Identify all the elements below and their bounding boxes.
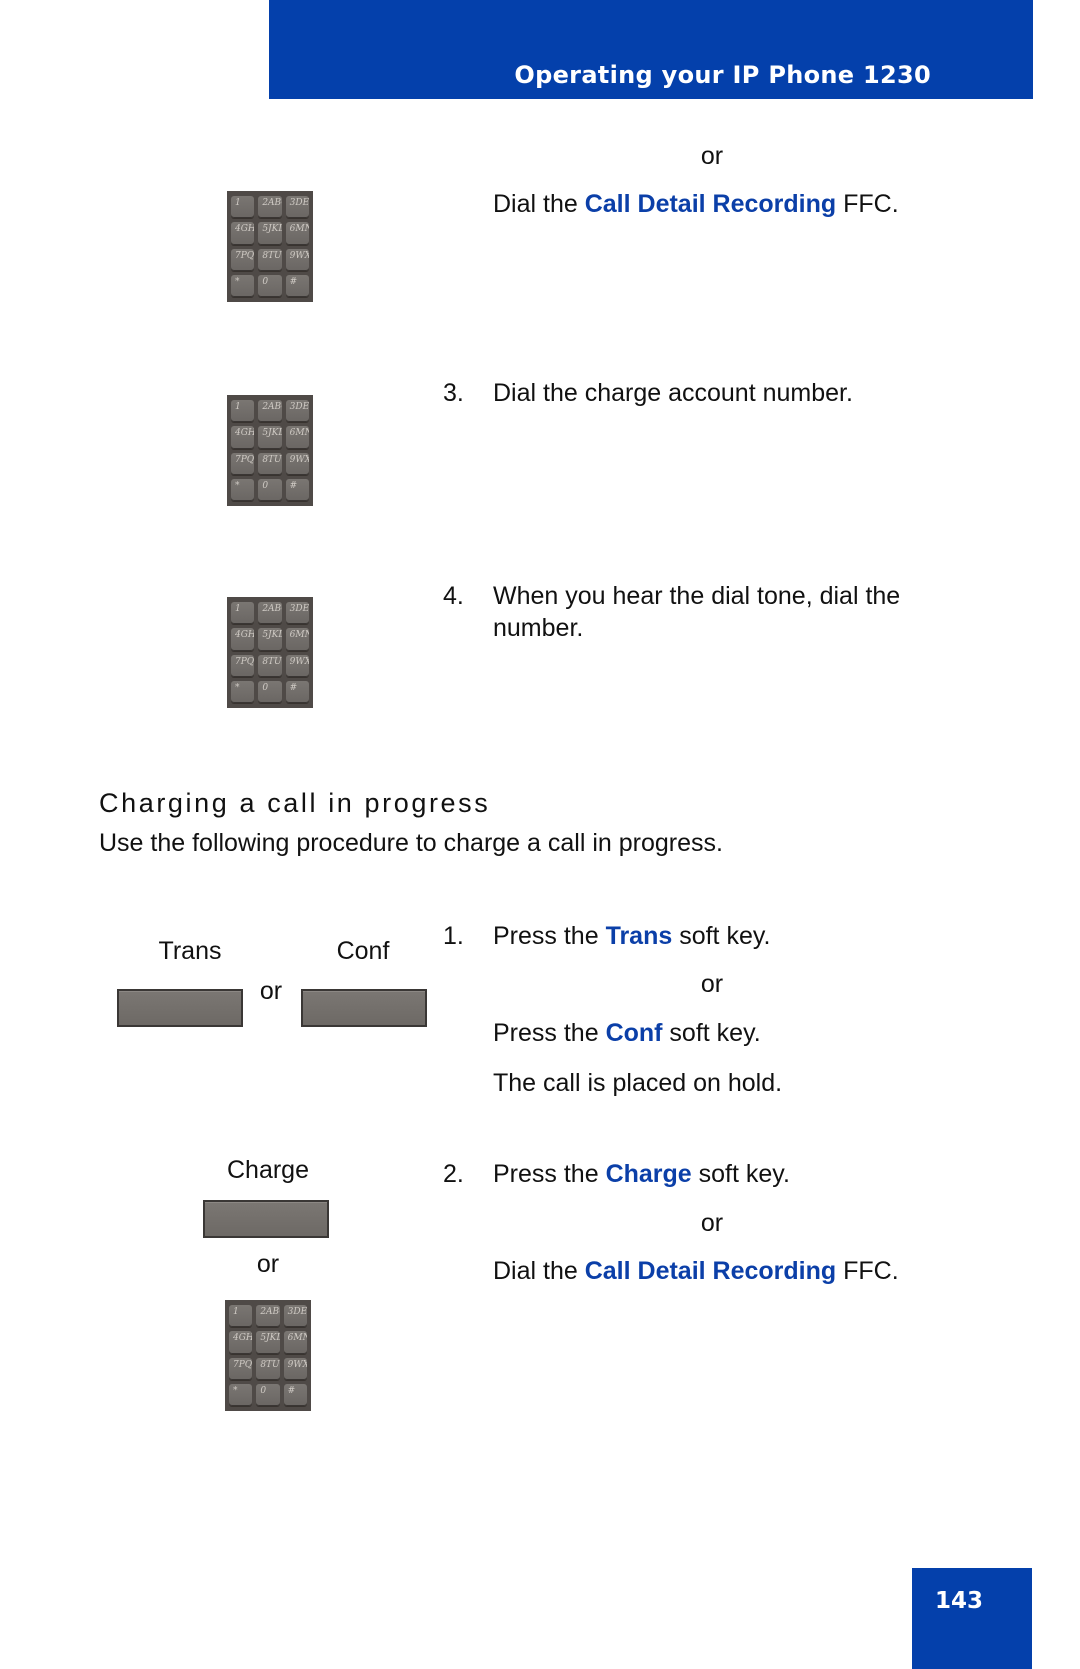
keypad-key: 6MNO (283, 1331, 307, 1354)
charge-softkey-label: Charge (227, 1156, 309, 1184)
keypad-key: 8TUV (258, 248, 282, 271)
instruction-text: soft key. (691, 1160, 790, 1188)
ffc-name: Call Detail Recording (584, 190, 837, 218)
instruction-text: FFC. (836, 190, 899, 218)
trans-softkey-label: Trans (158, 937, 222, 965)
or-separator: or (700, 1209, 724, 1237)
keypad-key: 7PQRS (229, 1357, 253, 1380)
step-4-text-line1: When you hear the dial tone, dial the (493, 582, 901, 610)
keypad-key: # (285, 274, 309, 297)
step-2-dial-cdr: Dial the Call Detail Recording FFC. (493, 1259, 899, 1284)
keypad-key: 2ABC (258, 602, 282, 625)
trans-softkey[interactable] (117, 989, 243, 1027)
dialpad-icon: 12ABC3DEF 4GHI5JKL6MNO 7PQRS8TUV9WXYZ *0# (227, 191, 313, 302)
keypad-key: 8TUV (258, 654, 282, 677)
step-number: 4. (443, 582, 464, 610)
keypad-key: 9WXYZ (285, 452, 309, 475)
keypad-key: 3DEF (285, 602, 309, 625)
instruction-text: FFC. (836, 1257, 899, 1285)
instruction-text: Press the (493, 1160, 606, 1188)
keypad-key: 7PQRS (231, 654, 255, 677)
charge-softkey[interactable] (203, 1200, 329, 1238)
keypad-key: 9WXYZ (285, 248, 309, 271)
keypad-key: 2ABC (256, 1305, 280, 1328)
softkey-name: Charge (605, 1160, 692, 1188)
step-1-result: The call is placed on hold. (493, 1069, 783, 1097)
keypad-key: 1 (229, 1305, 253, 1328)
keypad-key: * (231, 680, 255, 703)
keypad-key: * (231, 478, 255, 501)
keypad-key: 1 (231, 602, 255, 625)
step-1-press-trans: Press the Trans soft key. (493, 924, 770, 949)
keypad-key: 9WXYZ (285, 654, 309, 677)
keypad-key: 3DEF (283, 1305, 307, 1328)
keypad-key: 2ABC (258, 196, 282, 219)
instruction-text: soft key. (672, 922, 771, 950)
keypad-key: 4GHI (231, 426, 255, 449)
page-number-box: 143 (912, 1568, 1032, 1669)
keypad-key: 6MNO (285, 222, 309, 245)
keypad-key: 7PQRS (231, 452, 255, 475)
keypad-key: 7PQRS (231, 248, 255, 271)
or-separator: or (259, 977, 283, 1005)
dial-cdr-instruction: Dial the Call Detail Recording FFC. (493, 192, 899, 217)
keypad-key: 5JKL (256, 1331, 280, 1354)
step-3-text: Dial the charge account number. (493, 379, 853, 407)
step-number: 2. (443, 1160, 464, 1188)
keypad-key: # (283, 1383, 307, 1406)
step-number: 3. (443, 379, 464, 407)
keypad-key: 6MNO (285, 426, 309, 449)
keypad-key: 5JKL (258, 222, 282, 245)
or-separator: or (700, 970, 724, 998)
keypad-key: * (229, 1383, 253, 1406)
keypad-key: 6MNO (285, 628, 309, 651)
keypad-key: 8TUV (258, 452, 282, 475)
keypad-key: 1 (231, 196, 255, 219)
keypad-key: # (285, 680, 309, 703)
running-header: Operating your IP Phone 1230 (269, 0, 1033, 99)
keypad-key: 3DEF (285, 196, 309, 219)
step-4-text-line2: number. (493, 614, 584, 642)
softkey-name: Trans (605, 922, 673, 950)
step-number: 1. (443, 922, 464, 950)
keypad-key: 5JKL (258, 426, 282, 449)
header-title: Operating your IP Phone 1230 (514, 61, 931, 89)
keypad-key: 2ABC (258, 400, 282, 423)
dialpad-icon: 12ABC3DEF 4GHI5JKL6MNO 7PQRS8TUV9WXYZ *0# (225, 1300, 311, 1411)
page-number: 143 (935, 1588, 984, 1614)
step-2-press-charge: Press the Charge soft key. (493, 1162, 790, 1187)
keypad-key: 3DEF (285, 400, 309, 423)
keypad-key: 4GHI (231, 222, 255, 245)
keypad-key: 9WXYZ (283, 1357, 307, 1380)
softkey-name: Conf (605, 1019, 663, 1047)
keypad-key: 5JKL (258, 628, 282, 651)
instruction-text: Dial the (493, 190, 585, 218)
keypad-key: 0 (256, 1383, 280, 1406)
section-heading: Charging a call in progress (99, 788, 491, 818)
or-separator: or (256, 1250, 280, 1278)
keypad-key: 0 (258, 680, 282, 703)
instruction-text: soft key. (662, 1019, 761, 1047)
keypad-key: 0 (258, 274, 282, 297)
section-intro: Use the following procedure to charge a … (99, 829, 723, 857)
keypad-key: 4GHI (229, 1331, 253, 1354)
instruction-text: Press the (493, 1019, 606, 1047)
keypad-key: 8TUV (256, 1357, 280, 1380)
dialpad-icon: 12ABC3DEF 4GHI5JKL6MNO 7PQRS8TUV9WXYZ *0# (227, 395, 313, 506)
conf-softkey-label: Conf (336, 937, 390, 965)
step-1-press-conf: Press the Conf soft key. (493, 1021, 761, 1046)
keypad-key: * (231, 274, 255, 297)
instruction-text: Dial the (493, 1257, 585, 1285)
keypad-key: # (285, 478, 309, 501)
conf-softkey[interactable] (301, 989, 427, 1027)
keypad-key: 4GHI (231, 628, 255, 651)
keypad-key: 1 (231, 400, 255, 423)
or-separator: or (700, 142, 724, 170)
ffc-name: Call Detail Recording (584, 1257, 837, 1285)
keypad-key: 0 (258, 478, 282, 501)
dialpad-icon: 12ABC3DEF 4GHI5JKL6MNO 7PQRS8TUV9WXYZ *0# (227, 597, 313, 708)
instruction-text: Press the (493, 922, 606, 950)
